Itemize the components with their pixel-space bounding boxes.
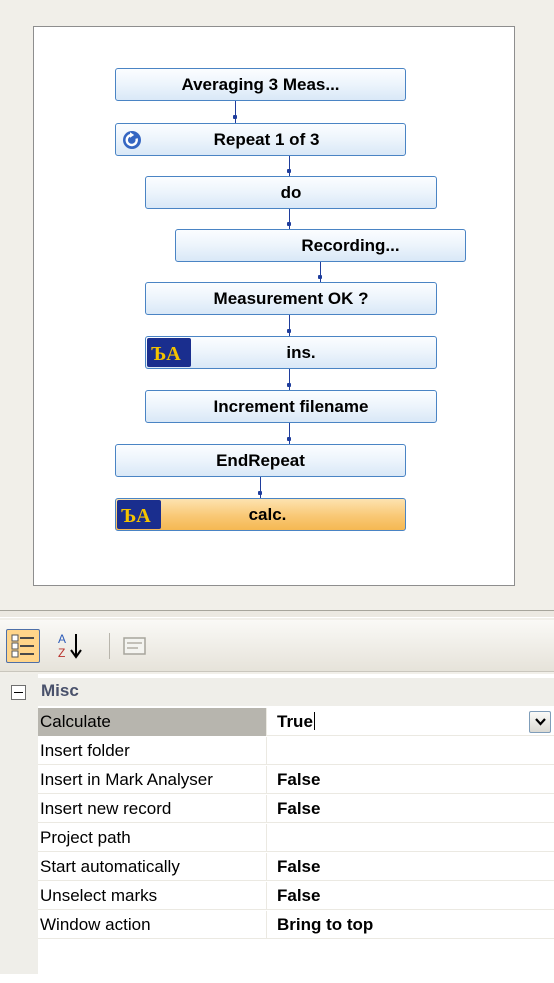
property-value[interactable]: False: [277, 853, 547, 881]
repeat-loop-icon: [123, 131, 141, 149]
flow-node-repeat[interactable]: Repeat 1 of 3: [115, 123, 406, 156]
property-pages-icon: [123, 637, 146, 655]
property-row-window-action[interactable]: Window action Bring to top: [38, 911, 554, 939]
flow-node-label: do: [280, 182, 302, 202]
property-name: Insert folder: [38, 737, 267, 765]
svg-text:ЪA: ЪA: [121, 505, 151, 527]
property-row-insert-in-mark-analyser[interactable]: Insert in Mark Analyser False: [38, 766, 554, 794]
flow-node-label: Averaging 3 Meas...: [181, 74, 340, 94]
flow-node-ins[interactable]: ЪA ins.: [145, 336, 437, 369]
workflow-editor-window: Averaging 3 Meas... Repeat 1 of 3 do Rec…: [0, 0, 554, 983]
property-row-insert-folder[interactable]: Insert folder: [38, 737, 554, 765]
flow-node-measurement-ok[interactable]: Measurement OK ?: [145, 282, 437, 315]
toolbar-separator: [109, 633, 110, 659]
property-name: Window action: [38, 911, 267, 939]
flow-node-increment-filename[interactable]: Increment filename: [145, 390, 437, 423]
categorized-view-icon: [11, 634, 34, 658]
svg-text:Z: Z: [58, 646, 65, 660]
categorized-view-button[interactable]: [6, 629, 40, 663]
property-name: Insert new record: [38, 795, 267, 823]
alphabetical-sort-button[interactable]: A Z: [56, 629, 86, 663]
flow-node-averaging[interactable]: Averaging 3 Meas...: [115, 68, 406, 101]
property-value: True: [277, 712, 313, 731]
property-name: Start automatically: [38, 853, 267, 881]
flow-node-label: EndRepeat: [216, 450, 305, 470]
property-row-unselect-marks[interactable]: Unselect marks False: [38, 882, 554, 910]
script-icon: ЪA: [147, 338, 191, 367]
property-name: Unselect marks: [38, 882, 267, 910]
property-value[interactable]: False: [277, 795, 547, 823]
flow-node-label: Measurement OK ?: [213, 288, 369, 308]
flow-node-do[interactable]: do: [145, 176, 437, 209]
flow-node-label: ins.: [286, 342, 316, 362]
flow-node-recording[interactable]: Recording...: [175, 229, 466, 262]
flow-node-label: Repeat 1 of 3: [213, 129, 320, 149]
property-grid-margin: [0, 674, 38, 974]
property-value[interactable]: False: [277, 882, 547, 910]
chevron-down-icon: [535, 718, 546, 726]
flow-node-label: Recording...: [301, 235, 400, 255]
property-name: Insert in Mark Analyser: [38, 766, 267, 794]
svg-text:A: A: [58, 632, 66, 646]
property-pages-button[interactable]: [118, 629, 152, 663]
property-row-insert-new-record[interactable]: Insert new record False: [38, 795, 554, 823]
property-value[interactable]: [277, 737, 547, 765]
sort-alphabetical-icon: A Z: [58, 632, 82, 660]
property-grid-toolbar: A Z: [0, 620, 554, 672]
flow-canvas[interactable]: Averaging 3 Meas... Repeat 1 of 3 do Rec…: [33, 26, 515, 586]
property-name: Calculate: [38, 708, 267, 736]
property-grid-footer: [0, 974, 554, 983]
property-row-calculate[interactable]: Calculate True: [38, 708, 554, 736]
category-label: Misc: [41, 681, 79, 700]
property-grid: Misc Calculate True Insert folder Insert…: [0, 674, 554, 983]
category-row-misc[interactable]: Misc: [0, 678, 554, 706]
flow-node-label: calc.: [248, 504, 287, 524]
property-value-editor[interactable]: True: [277, 708, 551, 736]
flow-node-endrepeat[interactable]: EndRepeat: [115, 444, 406, 477]
property-row-start-automatically[interactable]: Start automatically False: [38, 853, 554, 881]
svg-text:ЪA: ЪA: [151, 343, 181, 365]
text-caret: [313, 712, 315, 730]
script-icon: ЪA: [117, 500, 161, 529]
flow-node-label: Increment filename: [213, 396, 369, 416]
property-value[interactable]: Bring to top: [277, 911, 547, 939]
property-row-project-path[interactable]: Project path: [38, 824, 554, 852]
property-value[interactable]: [277, 824, 547, 852]
property-name: Project path: [38, 824, 267, 852]
flow-node-calc[interactable]: ЪA calc.: [115, 498, 406, 531]
panel-splitter[interactable]: [0, 610, 554, 618]
collapse-toggle-icon[interactable]: [11, 685, 26, 700]
dropdown-button[interactable]: [529, 711, 551, 733]
property-value[interactable]: False: [277, 766, 547, 794]
